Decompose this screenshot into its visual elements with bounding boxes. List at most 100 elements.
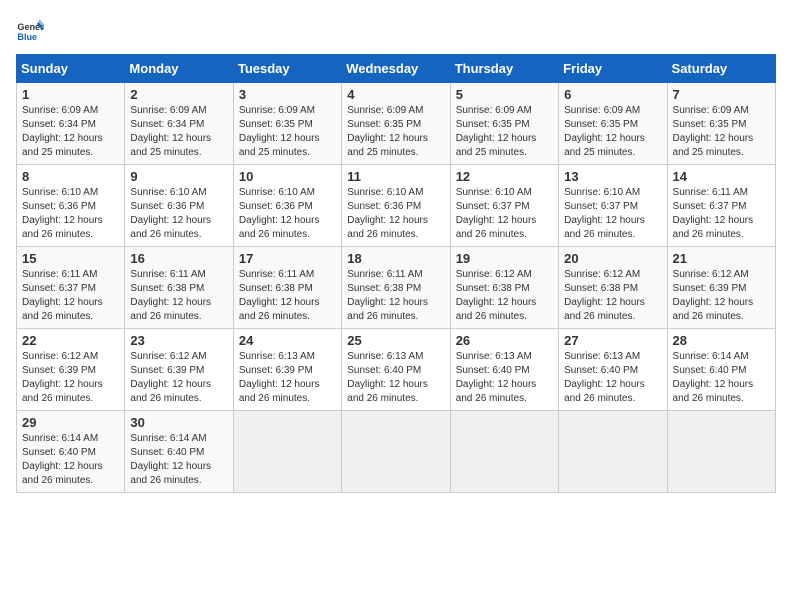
calendar-cell: 24 Sunrise: 6:13 AMSunset: 6:39 PMDayligh… — [233, 329, 341, 411]
day-info: Sunrise: 6:10 AMSunset: 6:36 PMDaylight:… — [22, 187, 103, 240]
week-row-5: 29 Sunrise: 6:14 AMSunset: 6:40 PMDayligh… — [17, 411, 776, 493]
week-row-2: 8Sunrise: 6:10 AMSunset: 6:36 PMDaylight… — [17, 165, 776, 247]
calendar-cell: 3 Sunrise: 6:09 AMSunset: 6:35 PMDaylight… — [233, 83, 341, 165]
day-info: Sunrise: 6:11 AMSunset: 6:37 PMDaylight:… — [673, 187, 754, 240]
calendar-cell — [342, 411, 450, 493]
column-header-saturday: Saturday — [667, 55, 775, 83]
day-info: Sunrise: 6:13 AMSunset: 6:40 PMDaylight:… — [347, 351, 428, 404]
calendar-cell: 20 Sunrise: 6:12 AMSunset: 6:38 PMDayligh… — [559, 247, 667, 329]
calendar-cell — [559, 411, 667, 493]
day-number: 28 — [673, 333, 770, 348]
calendar-cell: 14 Sunrise: 6:11 AMSunset: 6:37 PMDayligh… — [667, 165, 775, 247]
day-info: Sunrise: 6:09 AMSunset: 6:35 PMDaylight:… — [456, 105, 537, 158]
column-header-wednesday: Wednesday — [342, 55, 450, 83]
column-header-thursday: Thursday — [450, 55, 558, 83]
day-number: 9 — [130, 169, 227, 184]
week-row-3: 15 Sunrise: 6:11 AMSunset: 6:37 PMDayligh… — [17, 247, 776, 329]
week-row-1: 1 Sunrise: 6:09 AMSunset: 6:34 PMDaylight… — [17, 83, 776, 165]
calendar-cell: 6 Sunrise: 6:09 AMSunset: 6:35 PMDaylight… — [559, 83, 667, 165]
day-info: Sunrise: 6:14 AMSunset: 6:40 PMDaylight:… — [130, 433, 211, 486]
calendar-cell: 10 Sunrise: 6:10 AMSunset: 6:36 PMDayligh… — [233, 165, 341, 247]
day-info: Sunrise: 6:12 AMSunset: 6:38 PMDaylight:… — [456, 269, 537, 322]
calendar-cell: 22 Sunrise: 6:12 AMSunset: 6:39 PMDayligh… — [17, 329, 125, 411]
week-row-4: 22 Sunrise: 6:12 AMSunset: 6:39 PMDayligh… — [17, 329, 776, 411]
calendar-cell: 13 Sunrise: 6:10 AMSunset: 6:37 PMDayligh… — [559, 165, 667, 247]
logo: General Blue — [16, 16, 44, 44]
day-number: 2 — [130, 87, 227, 102]
day-number: 10 — [239, 169, 336, 184]
day-number: 14 — [673, 169, 770, 184]
header-row: SundayMondayTuesdayWednesdayThursdayFrid… — [17, 55, 776, 83]
day-number: 22 — [22, 333, 119, 348]
calendar-cell: 27 Sunrise: 6:13 AMSunset: 6:40 PMDayligh… — [559, 329, 667, 411]
day-info: Sunrise: 6:14 AMSunset: 6:40 PMDaylight:… — [22, 433, 103, 486]
day-number: 27 — [564, 333, 661, 348]
day-info: Sunrise: 6:11 AMSunset: 6:38 PMDaylight:… — [347, 269, 428, 322]
day-info: Sunrise: 6:12 AMSunset: 6:39 PMDaylight:… — [673, 269, 754, 322]
day-number: 24 — [239, 333, 336, 348]
day-info: Sunrise: 6:09 AMSunset: 6:34 PMDaylight:… — [22, 105, 103, 158]
header: General Blue — [16, 16, 776, 44]
day-info: Sunrise: 6:10 AMSunset: 6:36 PMDaylight:… — [239, 187, 320, 240]
column-header-monday: Monday — [125, 55, 233, 83]
day-number: 11 — [347, 169, 444, 184]
calendar-cell: 11 Sunrise: 6:10 AMSunset: 6:36 PMDayligh… — [342, 165, 450, 247]
day-number: 1 — [22, 87, 119, 102]
day-number: 3 — [239, 87, 336, 102]
calendar-cell — [667, 411, 775, 493]
day-number: 25 — [347, 333, 444, 348]
column-header-tuesday: Tuesday — [233, 55, 341, 83]
day-info: Sunrise: 6:13 AMSunset: 6:39 PMDaylight:… — [239, 351, 320, 404]
calendar-table: SundayMondayTuesdayWednesdayThursdayFrid… — [16, 54, 776, 493]
calendar-cell: 4Sunrise: 6:09 AMSunset: 6:35 PMDaylight… — [342, 83, 450, 165]
calendar-cell: 19 Sunrise: 6:12 AMSunset: 6:38 PMDayligh… — [450, 247, 558, 329]
day-info: Sunrise: 6:09 AMSunset: 6:35 PMDaylight:… — [564, 105, 645, 158]
day-info: Sunrise: 6:13 AMSunset: 6:40 PMDaylight:… — [564, 351, 645, 404]
day-info: Sunrise: 6:09 AMSunset: 6:34 PMDaylight:… — [130, 105, 211, 158]
day-info: Sunrise: 6:10 AMSunset: 6:36 PMDaylight:… — [130, 187, 211, 240]
column-header-sunday: Sunday — [17, 55, 125, 83]
day-number: 17 — [239, 251, 336, 266]
calendar-cell — [450, 411, 558, 493]
day-number: 19 — [456, 251, 553, 266]
calendar-cell: 15 Sunrise: 6:11 AMSunset: 6:37 PMDayligh… — [17, 247, 125, 329]
day-number: 5 — [456, 87, 553, 102]
calendar-cell: 8Sunrise: 6:10 AMSunset: 6:36 PMDaylight… — [17, 165, 125, 247]
day-number: 6 — [564, 87, 661, 102]
day-info: Sunrise: 6:10 AMSunset: 6:37 PMDaylight:… — [564, 187, 645, 240]
calendar-cell: 28 Sunrise: 6:14 AMSunset: 6:40 PMDayligh… — [667, 329, 775, 411]
calendar-cell: 25 Sunrise: 6:13 AMSunset: 6:40 PMDayligh… — [342, 329, 450, 411]
calendar-cell: 1 Sunrise: 6:09 AMSunset: 6:34 PMDaylight… — [17, 83, 125, 165]
day-info: Sunrise: 6:11 AMSunset: 6:37 PMDaylight:… — [22, 269, 103, 322]
calendar-cell — [233, 411, 341, 493]
calendar-cell: 23Sunrise: 6:12 AMSunset: 6:39 PMDayligh… — [125, 329, 233, 411]
column-header-friday: Friday — [559, 55, 667, 83]
day-info: Sunrise: 6:13 AMSunset: 6:40 PMDaylight:… — [456, 351, 537, 404]
calendar-cell: 5 Sunrise: 6:09 AMSunset: 6:35 PMDaylight… — [450, 83, 558, 165]
day-number: 20 — [564, 251, 661, 266]
day-info: Sunrise: 6:09 AMSunset: 6:35 PMDaylight:… — [239, 105, 320, 158]
day-number: 18 — [347, 251, 444, 266]
day-number: 12 — [456, 169, 553, 184]
calendar-cell: 9 Sunrise: 6:10 AMSunset: 6:36 PMDaylight… — [125, 165, 233, 247]
day-number: 4 — [347, 87, 444, 102]
calendar-cell: 30 Sunrise: 6:14 AMSunset: 6:40 PMDayligh… — [125, 411, 233, 493]
day-info: Sunrise: 6:12 AMSunset: 6:39 PMDaylight:… — [22, 351, 103, 404]
calendar-cell: 12Sunrise: 6:10 AMSunset: 6:37 PMDayligh… — [450, 165, 558, 247]
day-info: Sunrise: 6:10 AMSunset: 6:36 PMDaylight:… — [347, 187, 428, 240]
day-info: Sunrise: 6:09 AMSunset: 6:35 PMDaylight:… — [673, 105, 754, 158]
calendar-cell: 29 Sunrise: 6:14 AMSunset: 6:40 PMDayligh… — [17, 411, 125, 493]
svg-text:Blue: Blue — [17, 32, 37, 42]
day-info: Sunrise: 6:12 AMSunset: 6:38 PMDaylight:… — [564, 269, 645, 322]
day-number: 26 — [456, 333, 553, 348]
day-number: 30 — [130, 415, 227, 430]
day-number: 15 — [22, 251, 119, 266]
calendar-cell: 26 Sunrise: 6:13 AMSunset: 6:40 PMDayligh… — [450, 329, 558, 411]
day-number: 29 — [22, 415, 119, 430]
day-number: 13 — [564, 169, 661, 184]
day-info: Sunrise: 6:14 AMSunset: 6:40 PMDaylight:… — [673, 351, 754, 404]
calendar-cell: 2 Sunrise: 6:09 AMSunset: 6:34 PMDaylight… — [125, 83, 233, 165]
calendar-cell: 16Sunrise: 6:11 AMSunset: 6:38 PMDayligh… — [125, 247, 233, 329]
day-number: 23 — [130, 333, 227, 348]
day-number: 7 — [673, 87, 770, 102]
